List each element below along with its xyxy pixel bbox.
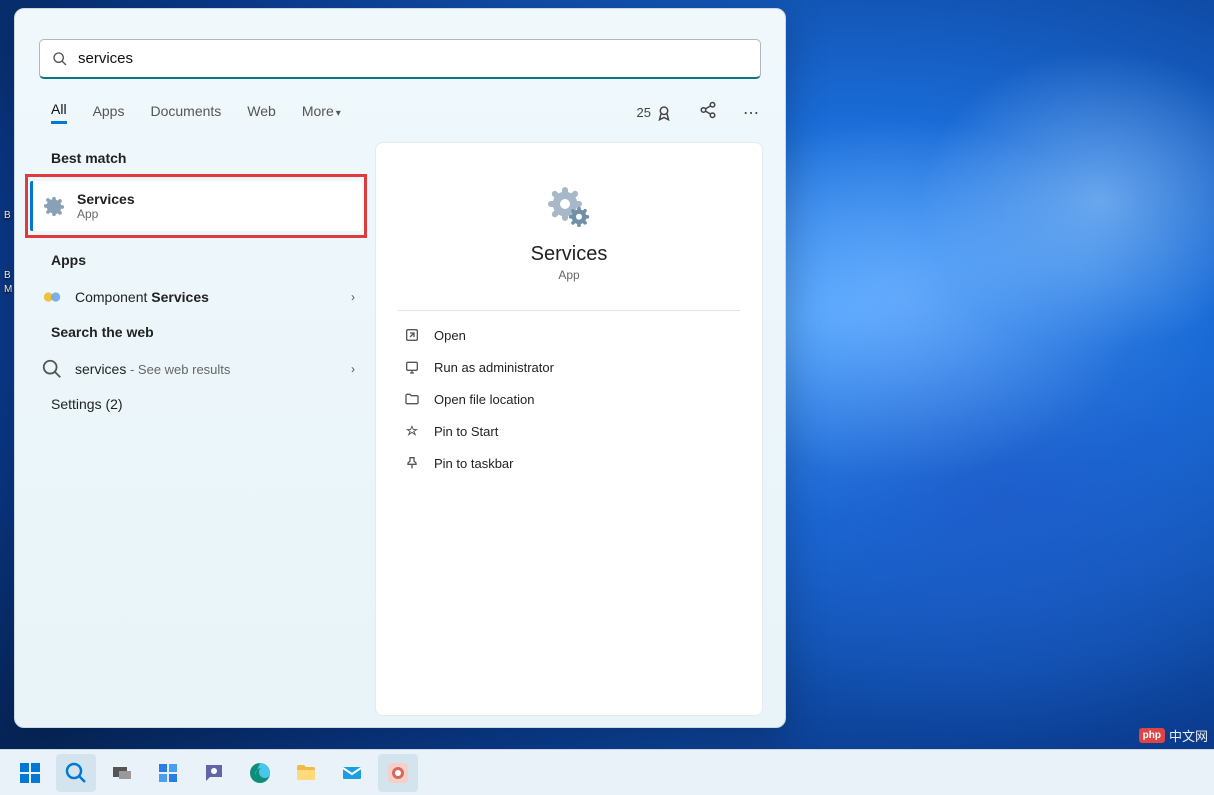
mail-button[interactable] [332,754,372,792]
tab-documents[interactable]: Documents [150,103,221,123]
shield-icon [404,359,420,375]
app-icon [386,761,410,785]
watermark: php 中文网 [1139,726,1208,745]
search-panel: All Apps Documents Web More▾ 25 ⋯ Best m… [14,8,786,728]
explorer-button[interactable] [286,754,326,792]
section-best-match: Best match [27,142,365,176]
action-open-location[interactable]: Open file location [376,383,762,415]
edge-icon [248,761,272,785]
desktop-icon[interactable]: B [4,270,11,281]
rewards-button[interactable]: 25 [637,104,673,122]
chevron-right-icon: › [351,290,355,304]
search-icon [41,358,63,380]
tab-more[interactable]: More▾ [302,103,341,123]
section-settings[interactable]: Settings (2) [27,388,365,422]
action-run-admin[interactable]: Run as administrator [376,351,762,383]
preview-title: Services [531,243,608,266]
annotation-highlight: Services App [25,174,367,238]
search-box[interactable] [39,39,761,79]
preview-pane: Services App Open Run as administrator O… [375,142,763,716]
chat-icon [202,761,226,785]
folder-icon [294,761,318,785]
action-open[interactable]: Open [376,319,762,351]
medal-icon [655,104,673,122]
edge-button[interactable] [240,754,280,792]
action-pin-start[interactable]: Pin to Start [376,415,762,447]
search-input[interactable] [78,50,748,67]
gear-icon [43,195,65,217]
component-services-icon [41,286,63,308]
chevron-down-icon: ▾ [336,108,341,119]
share-icon [699,101,717,119]
preview-subtitle: App [558,268,579,282]
taskview-icon [110,761,134,785]
mail-icon [340,761,364,785]
pin-icon [404,423,420,439]
section-search-web: Search the web [27,316,365,350]
result-web-search[interactable]: services - See web results › [27,350,365,388]
chevron-right-icon: › [351,362,355,376]
start-button[interactable] [10,754,50,792]
tabs-row: All Apps Documents Web More▾ 25 ⋯ [15,89,785,132]
taskview-button[interactable] [102,754,142,792]
folder-icon [404,391,420,407]
windows-icon [18,761,42,785]
search-button[interactable] [56,754,96,792]
pin-icon [404,455,420,471]
result-component-services[interactable]: Component Services › [27,278,365,316]
services-app-icon [545,181,593,229]
teams-button[interactable] [194,754,234,792]
results-column: Best match Services App Apps [27,142,365,716]
action-pin-taskbar[interactable]: Pin to taskbar [376,447,762,479]
tab-all[interactable]: All [51,101,67,124]
widgets-button[interactable] [148,754,188,792]
search-icon [64,761,88,785]
app-button[interactable] [378,754,418,792]
desktop-icon[interactable]: B [4,210,11,221]
desktop-icon[interactable]: M [4,284,12,295]
taskbar [0,749,1214,795]
section-apps: Apps [27,244,365,278]
tab-web[interactable]: Web [247,103,276,123]
search-icon [52,51,68,67]
desktop: B B M All Apps Documents Web More▾ 25 ⋯ [0,0,1214,795]
widgets-icon [156,761,180,785]
tab-apps[interactable]: Apps [93,103,125,123]
chat-button[interactable] [699,101,717,124]
open-icon [404,327,420,343]
result-services[interactable]: Services App [30,181,362,231]
more-button[interactable]: ⋯ [743,103,761,123]
